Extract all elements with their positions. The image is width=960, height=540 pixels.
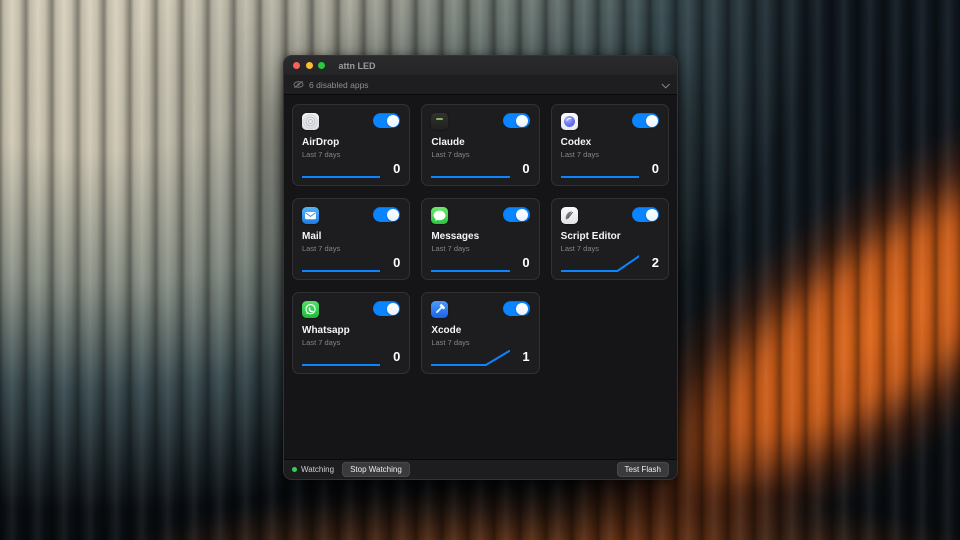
codex-icon [561,113,578,130]
desktop-background: attn LED 6 disabled apps AirDrop Last 7 … [0,0,960,540]
titlebar[interactable]: attn LED [284,56,677,75]
card-top-row [302,301,400,318]
app-card-airdrop: AirDrop Last 7 days 0 [292,104,410,186]
app-name: Claude [431,137,529,148]
card-bottom-row: 0 [431,249,529,273]
app-name: Messages [431,231,529,242]
app-name: Mail [302,231,400,242]
card-bottom-row: 2 [561,249,659,273]
toggle-knob [646,115,658,127]
app-toggle[interactable] [503,113,530,128]
app-name: Xcode [431,325,529,336]
app-sparkline [302,347,380,367]
toggle-knob [516,303,528,315]
claude-icon [431,113,448,130]
app-sparkline [431,159,509,179]
app-toggle[interactable] [373,113,400,128]
app-name: Codex [561,137,659,148]
app-card-script-editor: Script Editor Last 7 days 2 [551,198,669,280]
app-sparkline [561,159,639,179]
disabled-apps-label: 6 disabled apps [309,80,369,90]
mail-icon [302,207,319,224]
app-name: Script Editor [561,231,659,242]
app-sparkline [431,347,509,367]
script-editor-icon [561,207,578,224]
app-count: 0 [522,161,529,176]
app-toggle[interactable] [373,207,400,222]
app-sparkline [302,253,380,273]
app-name: Whatsapp [302,325,400,336]
card-top-row [431,301,529,318]
zoom-button[interactable] [318,62,325,69]
card-top-row [431,113,529,130]
app-count: 0 [393,161,400,176]
app-sparkline [561,253,639,273]
toggle-knob [387,303,399,315]
app-count: 0 [393,349,400,364]
app-toggle[interactable] [503,301,530,316]
app-count: 2 [652,255,659,270]
app-toggle[interactable] [373,301,400,316]
app-card-claude: Claude Last 7 days 0 [421,104,539,186]
app-window: attn LED 6 disabled apps AirDrop Last 7 … [283,55,678,480]
toggle-knob [387,115,399,127]
stop-watching-button[interactable]: Stop Watching [342,462,410,478]
whatsapp-icon [302,301,319,318]
app-card-mail: Mail Last 7 days 0 [292,198,410,280]
card-top-row [302,207,400,224]
minimize-button[interactable] [306,62,313,69]
status-dot [292,467,297,472]
card-bottom-row: 0 [302,249,400,273]
app-count: 0 [522,255,529,270]
card-bottom-row: 0 [302,155,400,179]
app-count: 0 [652,161,659,176]
close-button[interactable] [293,62,300,69]
toggle-knob [646,209,658,221]
eye-icon [293,80,304,89]
card-top-row [561,113,659,130]
messages-icon [431,207,448,224]
app-sparkline [431,253,509,273]
test-flash-button[interactable]: Test Flash [617,462,669,478]
app-card-messages: Messages Last 7 days 0 [421,198,539,280]
xcode-icon [431,301,448,318]
card-top-row [561,207,659,224]
card-top-row [302,113,400,130]
window-title: attn LED [339,61,376,71]
app-grid: AirDrop Last 7 days 0 Claude Last 7 days… [284,95,677,459]
card-bottom-row: 0 [302,343,400,367]
card-bottom-row: 0 [561,155,659,179]
app-toggle[interactable] [503,207,530,222]
app-sparkline [302,159,380,179]
disabled-apps-header[interactable]: 6 disabled apps [284,75,677,95]
card-bottom-row: 0 [431,155,529,179]
airdrop-icon [302,113,319,130]
app-name: AirDrop [302,137,400,148]
toggle-knob [516,115,528,127]
app-card-xcode: Xcode Last 7 days 1 [421,292,539,374]
chevron-down-icon[interactable] [661,80,669,88]
app-count: 0 [393,255,400,270]
app-count: 1 [522,349,529,364]
app-toggle[interactable] [632,207,659,222]
toggle-knob [516,209,528,221]
app-toggle[interactable] [632,113,659,128]
toggle-knob [387,209,399,221]
footer-bar: Watching Stop Watching Test Flash [284,459,677,479]
app-card-codex: Codex Last 7 days 0 [551,104,669,186]
app-card-whatsapp: Whatsapp Last 7 days 0 [292,292,410,374]
card-bottom-row: 1 [431,343,529,367]
status-label: Watching [301,465,334,474]
card-top-row [431,207,529,224]
